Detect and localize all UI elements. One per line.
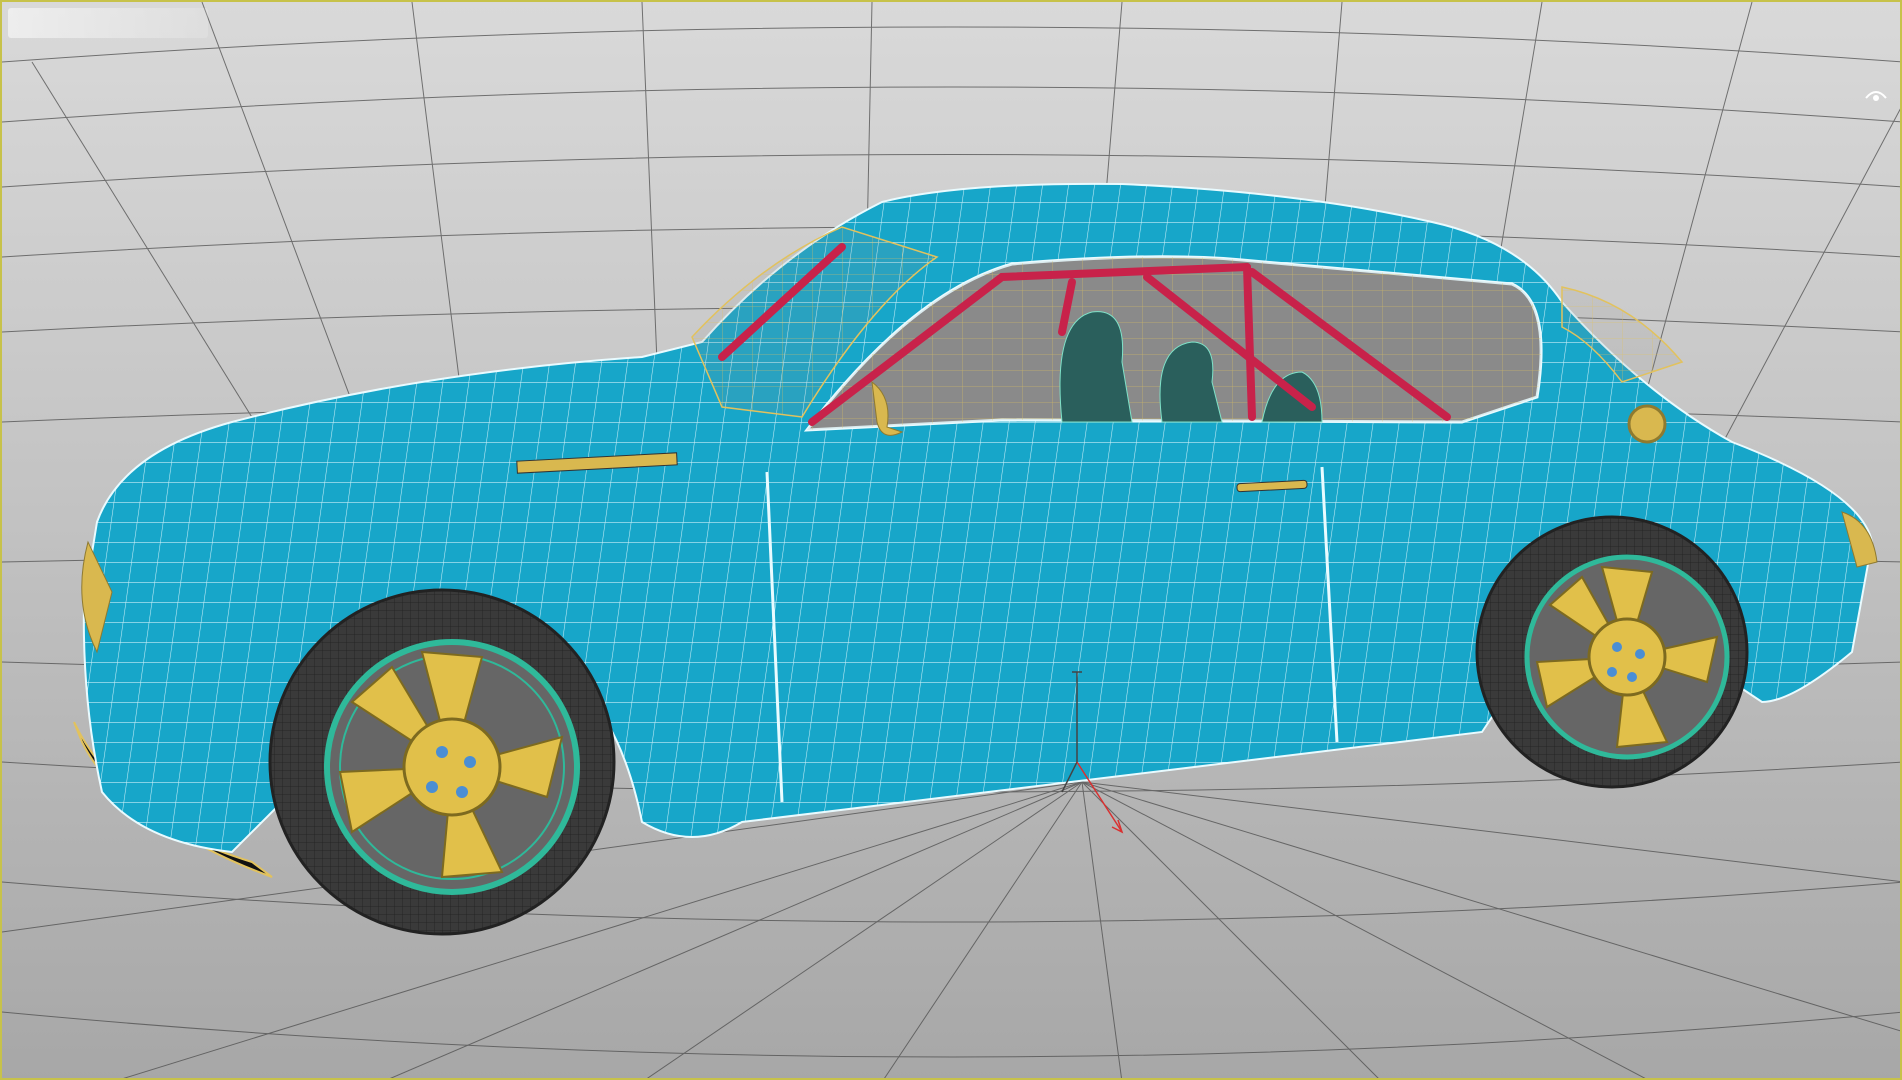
viewport-perspective[interactable] bbox=[0, 0, 1902, 1080]
fuel-cap bbox=[1627, 404, 1667, 444]
view-cube-icon[interactable] bbox=[1862, 84, 1890, 106]
front-wheel[interactable] bbox=[268, 588, 616, 936]
scene-canvas[interactable] bbox=[2, 2, 1902, 1080]
viewport-label[interactable] bbox=[8, 8, 208, 38]
rear-wheel[interactable] bbox=[1475, 515, 1749, 789]
